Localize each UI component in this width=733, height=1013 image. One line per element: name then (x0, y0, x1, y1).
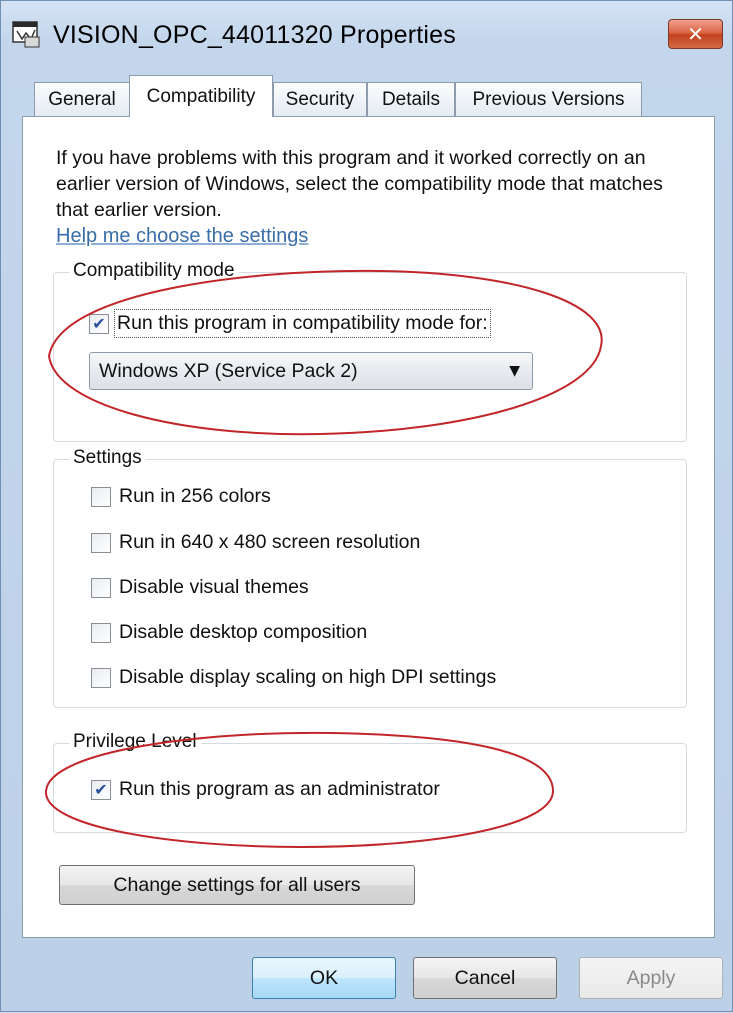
run-compat-mode-row[interactable]: ✔ Run this program in compatibility mode… (89, 309, 491, 338)
apply-button[interactable]: Apply (579, 957, 723, 999)
run-as-admin-row[interactable]: ✔ Run this program as an administrator (91, 778, 440, 801)
tab-details[interactable]: Details (367, 82, 455, 116)
properties-window: VISION_OPC_44011320 Properties ✕ General… (0, 0, 733, 1012)
intro-text: If you have problems with this program a… (56, 147, 663, 221)
help-link[interactable]: Help me choose the settings (56, 225, 308, 248)
title-bar[interactable]: VISION_OPC_44011320 Properties ✕ (1, 1, 733, 69)
close-button[interactable]: ✕ (668, 19, 723, 49)
run-compat-mode-checkbox[interactable]: ✔ (89, 313, 109, 334)
run-as-admin-label[interactable]: Run this program as an administrator (119, 778, 440, 801)
privilege-level-legend: Privilege Level (69, 731, 201, 753)
setting-256-colors-checkbox[interactable] (91, 486, 111, 507)
run-compat-mode-label[interactable]: Run this program in compatibility mode f… (114, 309, 491, 338)
setting-256-colors[interactable]: Run in 256 colors (91, 485, 271, 508)
setting-disable-visual-themes[interactable]: Disable visual themes (91, 576, 309, 599)
setting-640x480[interactable]: Run in 640 x 480 screen resolution (91, 531, 420, 554)
checkmark-icon: ✔ (92, 313, 106, 333)
ok-button[interactable]: OK (252, 957, 396, 999)
tab-compatibility[interactable]: Compatibility (129, 75, 273, 117)
tab-previous-versions[interactable]: Previous Versions (455, 82, 642, 116)
setting-disable-desktop-composition-checkbox[interactable] (91, 622, 111, 643)
os-version-dropdown[interactable]: Windows XP (Service Pack 2) ▼ (89, 352, 533, 390)
tab-security[interactable]: Security (273, 82, 367, 116)
run-as-admin-checkbox[interactable]: ✔ (91, 779, 111, 800)
os-version-selected: Windows XP (Service Pack 2) (99, 359, 358, 382)
compatibility-panel: If you have problems with this program a… (22, 116, 715, 938)
setting-disable-dpi-scaling-label[interactable]: Disable display scaling on high DPI sett… (119, 666, 496, 689)
application-icon (12, 21, 40, 48)
setting-disable-desktop-composition-label[interactable]: Disable desktop composition (119, 621, 367, 644)
tab-general[interactable]: General (34, 82, 130, 116)
setting-disable-desktop-composition[interactable]: Disable desktop composition (91, 621, 367, 644)
setting-disable-visual-themes-label[interactable]: Disable visual themes (119, 576, 309, 599)
cancel-button[interactable]: Cancel (413, 957, 557, 999)
window-title: VISION_OPC_44011320 Properties (53, 21, 456, 49)
setting-disable-dpi-scaling-checkbox[interactable] (91, 667, 111, 688)
close-icon: ✕ (687, 22, 704, 46)
checkmark-icon: ✔ (94, 779, 108, 799)
chevron-down-icon: ▼ (509, 363, 520, 379)
setting-640x480-label[interactable]: Run in 640 x 480 screen resolution (119, 531, 420, 554)
compatibility-mode-legend: Compatibility mode (69, 260, 239, 282)
setting-disable-dpi-scaling[interactable]: Disable display scaling on high DPI sett… (91, 666, 496, 689)
setting-640x480-checkbox[interactable] (91, 532, 111, 553)
change-settings-all-users-button[interactable]: Change settings for all users (59, 865, 415, 905)
setting-256-colors-label[interactable]: Run in 256 colors (119, 485, 271, 508)
settings-legend: Settings (69, 447, 146, 469)
setting-disable-visual-themes-checkbox[interactable] (91, 577, 111, 598)
